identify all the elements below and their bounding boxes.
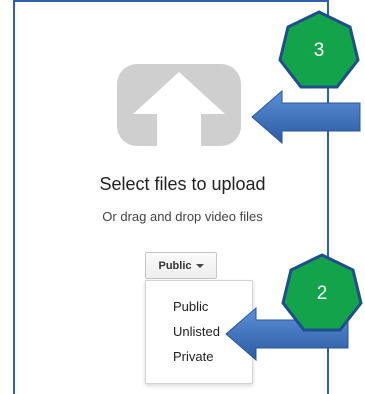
upload-title: Select files to upload	[99, 174, 266, 194]
privacy-dropdown-button[interactable]: Public	[145, 252, 217, 279]
upload-arrow-icon[interactable]	[117, 64, 241, 146]
step-badge-number: 2	[316, 283, 328, 304]
upload-subtitle: Or drag and drop video files	[102, 209, 263, 224]
step-badge-number: 3	[313, 40, 325, 61]
step-badge-3: 3	[277, 9, 361, 93]
privacy-selected-label: Public	[158, 259, 192, 272]
caret-down-icon	[195, 264, 204, 268]
arrow-left-icon	[251, 89, 361, 145]
step-badge-2: 2	[280, 252, 364, 336]
